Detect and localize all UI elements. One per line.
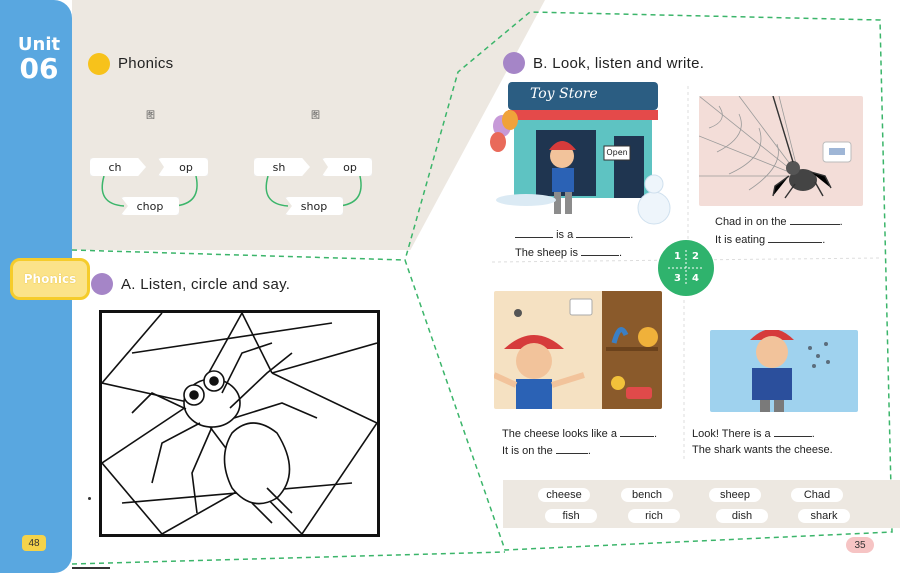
toy-store-picture[interactable] bbox=[486, 80, 674, 230]
web-icon bbox=[699, 96, 852, 199]
glyph-right: 图 bbox=[311, 111, 321, 121]
exercise-b-title: B. Look, listen and write. bbox=[533, 55, 705, 72]
spider-coloring-picture[interactable] bbox=[99, 310, 380, 537]
shelf-picture[interactable] bbox=[494, 291, 662, 409]
store-sign: Toy Store bbox=[530, 86, 598, 102]
q4-line1: Look! There is a . bbox=[692, 428, 815, 440]
spider-web-picture[interactable] bbox=[699, 96, 863, 206]
q3-line1: The cheese looks like a . bbox=[502, 428, 658, 440]
q4-line2: The shark wants the cheese. bbox=[692, 444, 833, 456]
word-shop[interactable]: shop bbox=[285, 197, 343, 215]
word-bank-item[interactable]: shark bbox=[798, 509, 850, 523]
dot-mark bbox=[88, 497, 91, 500]
q1-line1: is a . bbox=[515, 228, 633, 241]
q1-text: is a bbox=[556, 229, 574, 241]
exercise-a-bullet-icon bbox=[91, 273, 113, 295]
word-bank-item[interactable]: bench bbox=[621, 488, 673, 502]
clock-2: 2 bbox=[692, 251, 699, 262]
exercise-a-title: A. Listen, circle and say. bbox=[121, 276, 291, 293]
onset-ch[interactable]: ch bbox=[90, 158, 146, 176]
onset-sh[interactable]: sh bbox=[254, 158, 310, 176]
word-bank-item[interactable]: dish bbox=[716, 509, 768, 523]
word-bank-item[interactable]: cheese bbox=[538, 488, 590, 502]
q4-text1: Look! There is a bbox=[692, 428, 771, 440]
boy-sneeze-icon bbox=[750, 330, 830, 412]
phonics-title: Phonics bbox=[118, 55, 174, 72]
glyph-left: 图 bbox=[146, 111, 156, 121]
sneezing-boy-picture[interactable] bbox=[710, 330, 858, 412]
word-chop[interactable]: chop bbox=[121, 197, 179, 215]
spider-icon bbox=[101, 312, 378, 535]
word-bank-item[interactable]: fish bbox=[545, 509, 597, 523]
q3-text1: The cheese looks like a bbox=[502, 428, 617, 440]
q2-line2: It is eating . bbox=[715, 234, 826, 246]
q2-text2: It is eating bbox=[715, 234, 766, 246]
open-sign: Open bbox=[606, 148, 628, 157]
toy-store-icon bbox=[490, 82, 671, 225]
word-bank-item[interactable]: Chad bbox=[791, 488, 843, 502]
q3-line2: It is on the . bbox=[502, 445, 591, 457]
clock-1: 1 bbox=[674, 251, 681, 262]
phonics-bullet-icon bbox=[88, 53, 110, 75]
boy-shelf-icon bbox=[494, 291, 662, 409]
word-bank-item[interactable]: rich bbox=[628, 509, 680, 523]
number-clock-icon: 1 2 3 4 bbox=[658, 240, 714, 296]
q1-line2: The sheep is . bbox=[515, 247, 623, 259]
q3-text2: It is on the bbox=[502, 445, 553, 457]
q2-text1: Chad in on the bbox=[715, 216, 787, 228]
clock-4: 4 bbox=[692, 273, 699, 284]
q1-text2: The sheep is bbox=[515, 247, 578, 259]
page-number-right: 35 bbox=[846, 537, 874, 553]
exercise-b-bullet-icon bbox=[503, 52, 525, 74]
rime-op-2[interactable]: op bbox=[322, 158, 372, 176]
clock-3: 3 bbox=[674, 273, 681, 284]
q2-line1: Chad in on the . bbox=[715, 216, 843, 228]
rime-op-1[interactable]: op bbox=[158, 158, 208, 176]
word-bank-item[interactable]: sheep bbox=[709, 488, 761, 502]
